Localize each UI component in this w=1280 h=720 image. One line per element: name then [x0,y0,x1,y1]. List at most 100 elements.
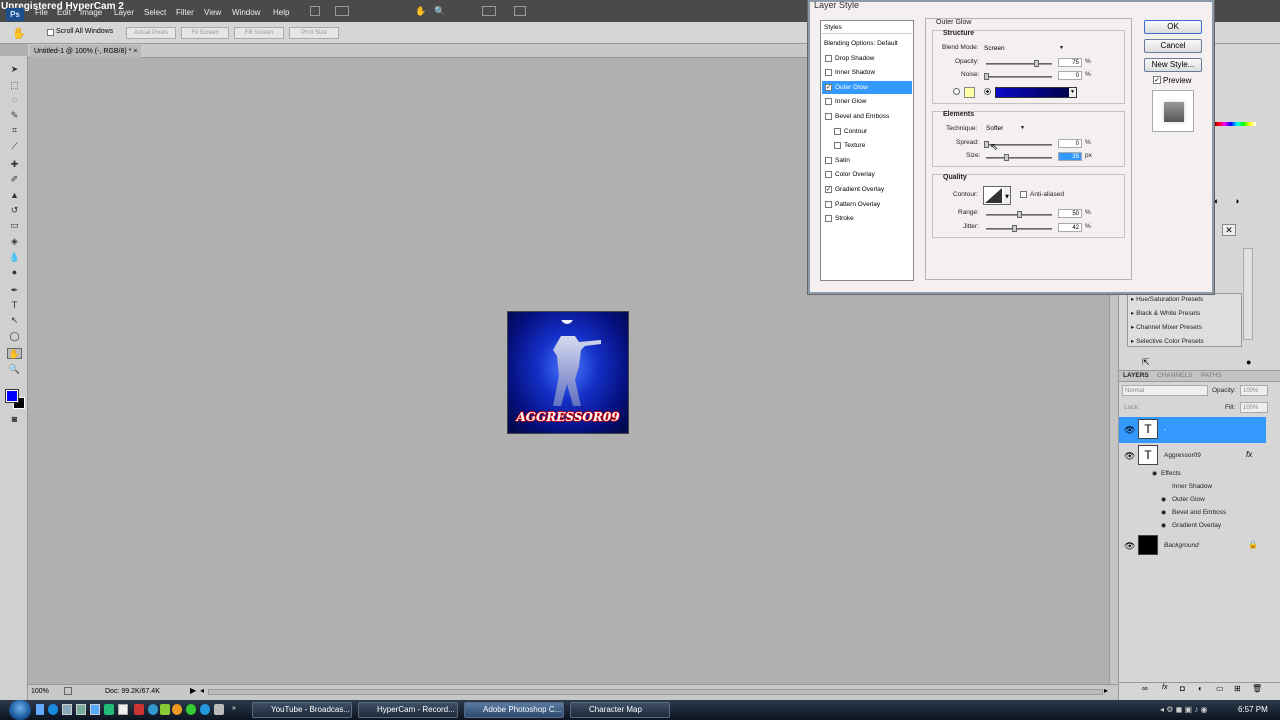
return-icon[interactable]: ⇱ [1142,357,1150,368]
zoom-tool-icon[interactable]: 🔍 [7,364,22,375]
style-item[interactable]: Color Overlay [822,168,912,181]
fit-screen-button[interactable]: Fit Screen [181,27,229,39]
horizontal-scrollbar[interactable] [208,689,1103,695]
paint-bucket-tool-icon[interactable]: ◈ [7,236,22,247]
system-tray-icons[interactable]: ◂ ⚙ ◼ ▣ ♪ ◉ [1160,705,1207,714]
menu-help[interactable]: Help [273,8,289,17]
style-item[interactable]: Contour [822,125,912,138]
link-layers-icon[interactable]: ∞ [1142,684,1148,693]
clip-icon[interactable]: ● [1246,357,1251,367]
close-icon[interactable]: × [133,48,137,55]
style-checkbox[interactable] [825,156,832,164]
style-checkbox[interactable] [825,113,832,120]
hand-small-icon[interactable]: ✋ [415,6,426,17]
type-tool-icon[interactable]: T [7,300,22,311]
noise-slider[interactable] [986,76,1052,78]
opacity-slider-handle[interactable] [1033,60,1039,67]
background-layer-name[interactable]: Background [1164,542,1199,549]
quicklaunch-9-icon[interactable] [160,704,170,715]
quicklaunch-3-icon[interactable] [76,704,86,715]
menu-edit[interactable]: Edit [57,8,71,17]
layer-opacity-input[interactable]: 100% [1240,385,1268,396]
quicklaunch-8-icon[interactable] [148,704,158,715]
style-item[interactable]: Texture [822,139,912,152]
scroll-right-icon[interactable]: ▸ [1104,686,1108,695]
group-icon[interactable]: ▭ [1216,684,1224,693]
healing-tool-icon[interactable]: ✚ [7,159,22,170]
style-item[interactable]: Stroke [822,212,912,225]
status-arrow-icon[interactable]: ▶ [190,686,196,695]
fill-screen-button[interactable]: Fill Screen [234,27,284,39]
style-checkbox[interactable] [834,127,841,135]
range-input[interactable]: 50 [1058,209,1082,218]
effects-eye-icon[interactable]: ◉ [1152,470,1157,477]
menu-file[interactable]: File [35,8,48,17]
screen-mode-icon[interactable] [514,6,526,16]
style-item[interactable]: Inner Shadow [822,66,912,79]
delete-layer-icon[interactable]: 🗑 [1252,684,1262,693]
adjustment-icon-1[interactable]: ◐ [1214,196,1219,206]
preset-channel-mixer[interactable]: ▸ Channel Mixer Presets [1131,323,1202,331]
cancel-button[interactable]: Cancel [1144,39,1202,53]
visibility-eye-icon[interactable]: 👁 [1124,541,1135,552]
gradient-radio[interactable] [984,88,991,95]
jitter-slider-handle[interactable] [1011,225,1017,232]
mask-icon[interactable]: ✕ [1222,224,1236,236]
status-menu-icon[interactable] [64,687,72,695]
tab-paths[interactable]: PATHS [1201,372,1222,379]
style-checkbox[interactable]: ✓ [825,83,832,91]
adjustment-layer-icon[interactable]: ◐ [1198,684,1203,693]
print-size-button[interactable]: Print Size [289,27,339,39]
style-checkbox[interactable] [825,171,832,179]
jitter-input[interactable]: 42 [1058,223,1082,232]
effect-item[interactable]: Outer Glow [1172,496,1205,503]
taskbar-item-youtube[interactable]: YouTube - Broadcas... [252,702,352,718]
zoom-small-icon[interactable]: 🔍 [434,6,445,17]
style-item[interactable]: Drop Shadow [822,52,912,65]
quicklaunch-expand-icon[interactable]: » [232,705,236,712]
shape-tool-icon[interactable]: ◯ [7,331,22,342]
quicklaunch-1-icon[interactable] [36,704,44,715]
style-checkbox[interactable] [834,142,841,150]
add-mask-icon[interactable]: ◘ [1180,684,1185,693]
quicklaunch-2-icon[interactable] [62,704,72,715]
scroll-all-checkbox[interactable] [47,29,54,36]
size-slider-handle[interactable] [1003,154,1009,161]
quicklaunch-11-icon[interactable] [186,704,196,715]
layer-name[interactable]: - [1164,426,1166,433]
quicklaunch-7-icon[interactable] [134,704,144,715]
adjustments-scrollbar[interactable] [1243,248,1253,340]
color-panel[interactable] [1212,68,1256,128]
stamp-tool-icon[interactable]: ▲ [7,190,22,201]
size-input[interactable]: 35 [1058,152,1082,161]
menu-select[interactable]: Select [144,8,166,17]
contour-picker[interactable]: ▼ [983,186,1011,205]
quick-mask-icon[interactable]: ◙ [7,414,22,425]
noise-slider-handle[interactable] [984,73,989,80]
solid-color-radio[interactable] [953,88,960,95]
blur-tool-icon[interactable]: 💧 [7,252,22,263]
dodge-tool-icon[interactable]: ● [7,267,22,278]
jitter-slider[interactable] [986,228,1052,230]
ie-icon[interactable] [48,704,58,715]
ok-button[interactable]: OK [1144,20,1202,34]
preset-selective-color[interactable]: ▸ Selective Color Presets [1131,337,1204,345]
effect-item[interactable]: Gradient Overlay [1172,522,1221,529]
fill-input[interactable]: 100% [1240,402,1268,413]
style-checkbox[interactable] [825,54,832,62]
effect-eye-icon[interactable]: ◉ [1161,496,1166,503]
taskbar-item-hypercam[interactable]: HyperCam - Record... [358,702,458,718]
eraser-tool-icon[interactable]: ▭ [7,220,22,231]
marquee-tool-icon[interactable]: ⬚ [7,80,22,91]
style-item[interactable]: Satin [822,154,912,167]
spread-input[interactable]: 0 [1058,139,1082,148]
technique-select[interactable]: Softer ▼ [986,125,1031,136]
effect-eye-icon[interactable]: ◉ [1161,522,1166,529]
view-extras-icon[interactable] [335,6,349,16]
style-item[interactable]: Blending Options: Default [822,37,912,50]
style-item[interactable]: Bevel and Emboss [822,110,912,123]
quicklaunch-5-icon[interactable] [104,704,114,715]
arrange-docs-icon[interactable] [482,6,496,16]
fx-icon[interactable]: fx [1246,450,1252,459]
foreground-color-swatch[interactable] [5,389,19,403]
